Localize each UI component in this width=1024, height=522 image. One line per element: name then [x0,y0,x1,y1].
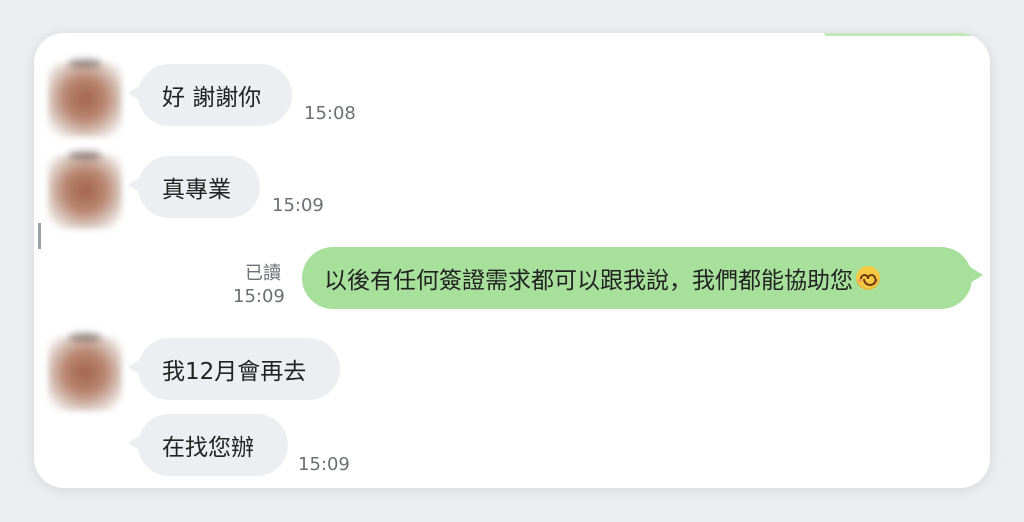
smiling-face-emoji-icon [856,266,880,290]
previous-message-edge [824,33,984,36]
message-bubble-outgoing[interactable]: 以後有任何簽證需求都可以跟我說，我們都能協助您 [302,247,972,309]
message-bubble[interactable]: 好 謝謝你 [138,64,292,126]
message-bubble[interactable]: 我12月會再去 [138,338,340,400]
message-time: 15:09 [298,454,350,475]
read-receipt: 已讀 [245,263,281,284]
bubble-tail [970,267,983,283]
avatar[interactable] [48,151,122,229]
chat-panel: 好 謝謝你 15:08 真專業 15:09 已讀 15:09 以後有任何簽證需求… [34,33,990,488]
message-bubble[interactable]: 在找您辦 [138,414,288,476]
message-text: 在找您辦 [162,435,254,461]
scroll-indicator [38,223,41,249]
message-time: 15:09 [233,286,285,307]
message-time: 15:09 [272,195,324,216]
message-text: 好 謝謝你 [162,85,262,111]
avatar[interactable] [48,59,122,137]
message-text: 真專業 [162,177,231,203]
message-text: 以後有任何簽證需求都可以跟我說，我們都能協助您 [324,268,853,294]
message-bubble[interactable]: 真專業 [138,156,260,218]
message-text: 我12月會再去 [162,359,307,385]
avatar[interactable] [48,333,122,411]
message-time: 15:08 [304,103,356,124]
